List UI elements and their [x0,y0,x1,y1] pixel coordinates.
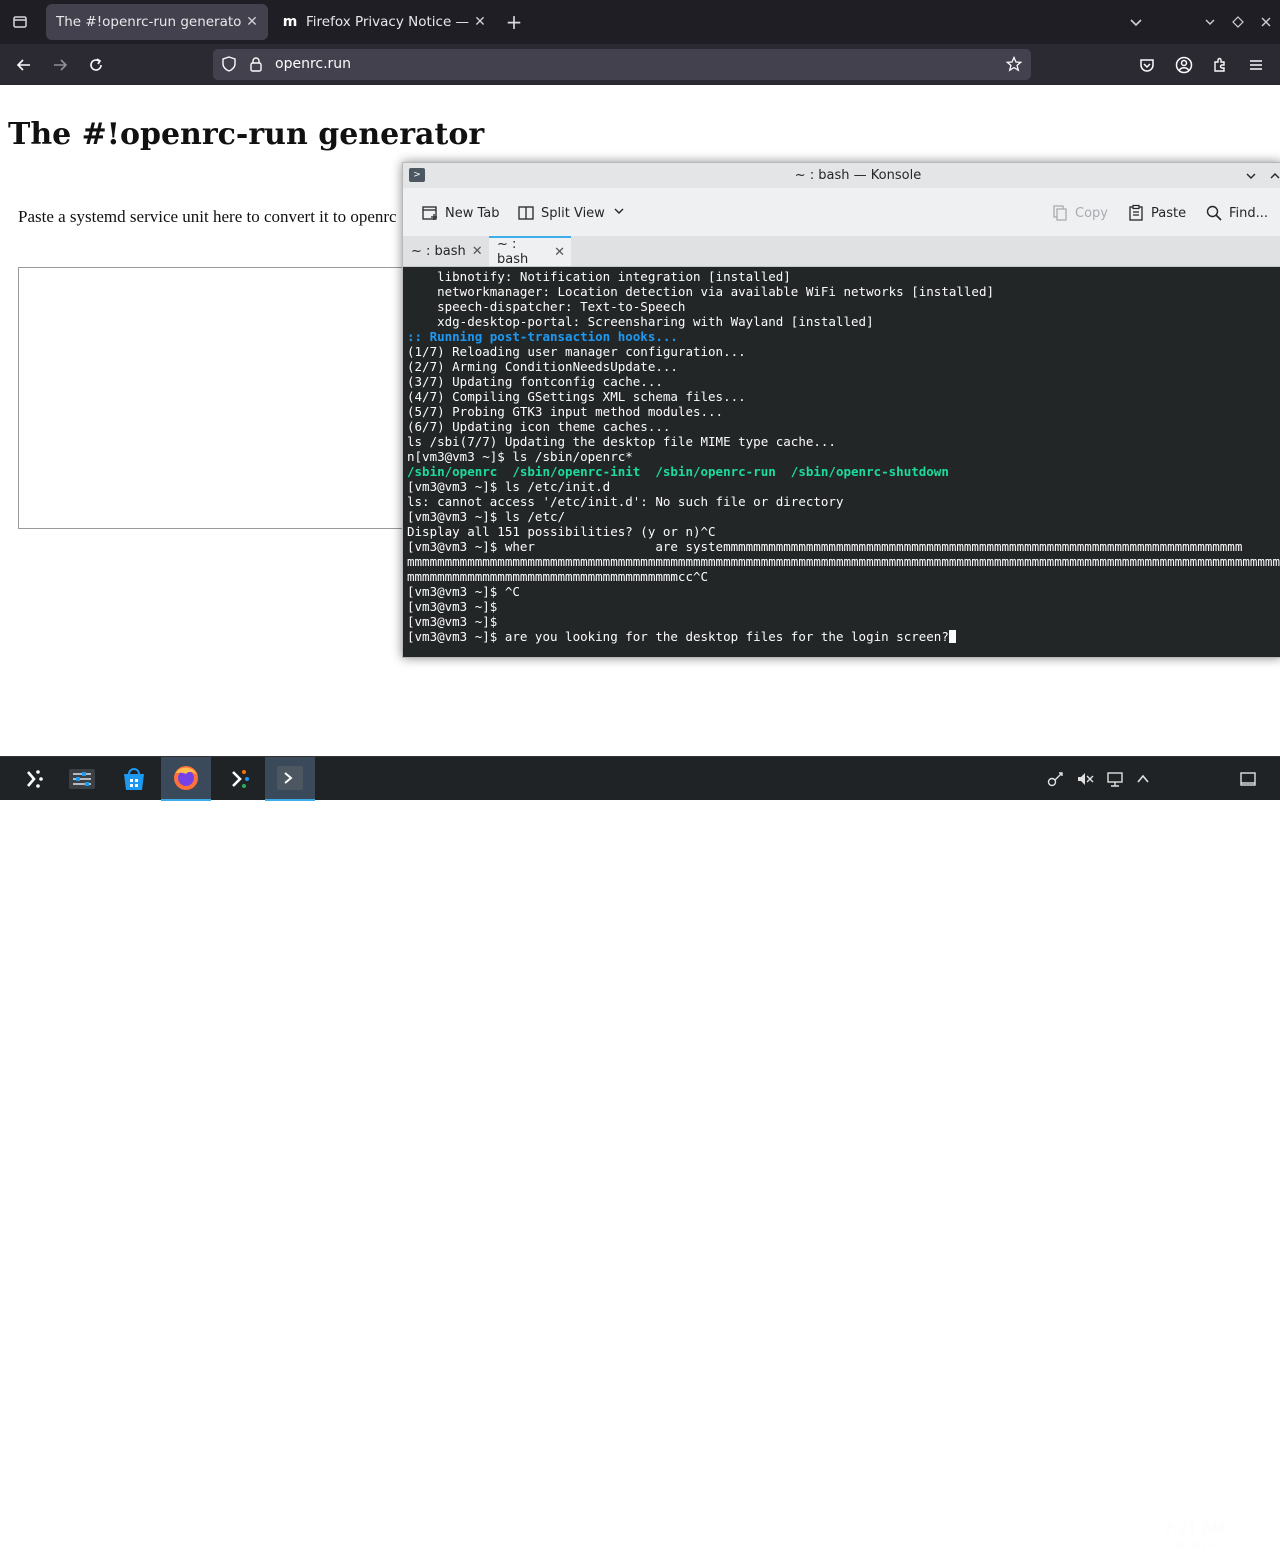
bookmark-star-icon[interactable] [1005,55,1023,76]
extensions-icon[interactable] [1207,52,1233,78]
application-launcher-icon[interactable] [9,757,59,801]
show-hidden-icons-chevron-up-icon[interactable] [1134,770,1152,788]
konsole-icon[interactable] [265,757,315,801]
close-icon[interactable]: ✕ [470,12,490,32]
konsole-tab-label: ~ : bash [411,243,466,259]
chevron-down-icon [613,205,625,221]
konsole-tab-bar: ~ : bash ✕ ~ : bash ✕ [403,236,1280,267]
pocket-icon[interactable] [1134,52,1160,78]
lock-icon[interactable] [249,56,263,76]
wired-network-icon[interactable] [1106,770,1124,788]
terminal-line: [vm3@vm3 ~]$ are you looking for the des… [407,629,956,644]
taskbar: 7:21 AM 8/12/24 [0,756,1280,1551]
terminal-line: (4/7) Compiling GSettings XML schema fil… [407,389,746,404]
paste-label: Paste [1151,205,1187,221]
window-close-icon[interactable] [1254,10,1278,34]
url-bar[interactable]: openrc.run [213,49,1031,80]
paste-button[interactable]: Paste [1127,202,1186,224]
firefox-icon[interactable] [161,757,211,801]
systemd-unit-textarea[interactable] [18,267,438,529]
terminal-line: (5/7) Probing GTK3 input method modules.… [407,404,724,419]
kde-connect-icon[interactable] [213,757,263,801]
konsole-window: > ~ : bash — Konsole New Tab Split View [402,162,1280,658]
find-label: Find... [1229,205,1269,221]
list-all-tabs-icon[interactable] [1124,10,1148,34]
url-text: openrc.run [275,56,352,72]
copy-label: Copy [1075,205,1108,221]
browser-tab-strip: The #!openrc-run generator ✕ m Firefox P… [0,0,1280,44]
tab-title: The #!openrc-run generator [56,14,242,30]
mozilla-favicon-icon: m [282,14,298,30]
terminal-line: (6/7) Updating icon theme caches... [407,419,671,434]
terminal-line: mmmmmmmmmmmmmmmmmmmmmmmmmmmmmmmmmmmmcc^C [407,569,709,584]
terminal-line: ls: cannot access '/etc/init.d': No such… [407,494,844,509]
menu-icon[interactable] [1243,52,1269,78]
terminal-line: :: Running post-transaction hooks... [407,329,678,344]
terminal-line: ls /sbi(7/7) Updating the desktop file M… [407,434,836,449]
terminal-line: networkmanager: Location detection via a… [407,284,994,299]
konsole-tab-active[interactable]: ~ : bash ✕ [489,236,571,267]
account-icon[interactable] [1171,52,1197,78]
forward-button[interactable] [47,52,73,78]
tracking-protection-shield-icon[interactable] [221,56,237,76]
close-icon[interactable]: ✕ [242,12,262,32]
terminal-line: [vm3@vm3 ~]$ [407,599,498,614]
terminal-line: mmmmmmmmmmmmmmmmmmmmmmmmmmmmmmmmmmmmmmmm… [407,554,1280,569]
browser-tab[interactable]: m Firefox Privacy Notice — M ✕ [272,4,496,40]
terminal-line: [vm3@vm3 ~]$ [407,614,498,629]
terminal-line: [vm3@vm3 ~]$ ^C [407,584,520,599]
terminal-line: (2/7) Arming ConditionNeedsUpdate... [407,359,678,374]
paste-icon [1127,204,1145,222]
terminal-line: [vm3@vm3 ~]$ wher are systemmmmmmmmmmmmm… [407,539,1243,554]
new-tab-label: New Tab [445,205,500,221]
new-tab-button[interactable]: New Tab [421,202,500,224]
terminal-line: n[vm3@vm3 ~]$ ls /sbin/openrc* [407,449,633,464]
terminal-line: (3/7) Updating fontconfig cache... [407,374,663,389]
instructions-text: Paste a systemd service unit here to con… [18,207,397,226]
browser-tab-active[interactable]: The #!openrc-run generator ✕ [46,4,268,40]
terminal-output[interactable]: libnotify: Notification integration [ins… [403,267,1280,657]
firefox-view-icon[interactable] [8,10,32,34]
volume-muted-icon[interactable] [1076,770,1094,788]
show-desktop-icon[interactable] [1239,770,1257,788]
maximize-icon[interactable] [1267,168,1280,184]
close-icon[interactable]: ✕ [472,244,483,259]
reload-button[interactable] [83,52,109,78]
split-view-label: Split View [541,205,605,221]
konsole-tab-label: ~ : bash [497,237,529,267]
konsole-titlebar[interactable]: > ~ : bash — Konsole [403,163,1280,188]
search-icon [1205,204,1223,222]
terminal-line: (1/7) Reloading user manager configurati… [407,344,746,359]
terminal-line: Display all 151 possibilities? (y or n)^… [407,524,716,539]
clock-time[interactable]: 7:21 AM [1160,1520,1228,1538]
terminal-line: [vm3@vm3 ~]$ ls /etc/init.d [407,479,611,494]
window-title: ~ : bash — Konsole [794,168,922,183]
terminal-line: [vm3@vm3 ~]$ ls /etc/ [407,509,566,524]
terminal-line: /sbin/openrc /sbin/openrc-init /sbin/ope… [407,464,949,479]
find-button[interactable]: Find... [1205,202,1268,224]
window-maximize-icon[interactable] [1226,10,1250,34]
new-tab-icon [421,204,439,222]
copy-icon [1051,204,1069,222]
text-cursor [948,630,956,643]
page-title: The #!openrc-run generator [8,117,485,152]
discover-store-icon[interactable] [109,757,159,801]
network-vpn-icon[interactable] [1046,770,1064,788]
konsole-tab[interactable]: ~ : bash ✕ [403,236,489,266]
konsole-toolbar: New Tab Split View Copy Paste Find... [403,188,1280,236]
back-button[interactable] [11,52,37,78]
window-minimize-icon[interactable] [1198,10,1222,34]
minimize-icon[interactable] [1243,168,1259,184]
clock-date[interactable]: 8/12/24 [1160,1538,1228,1551]
tab-title: Firefox Privacy Notice — M [306,14,470,30]
terminal-line: speech-dispatcher: Text-to-Speech [407,299,686,314]
new-tab-button[interactable]: + [502,10,526,34]
copy-button[interactable]: Copy [1051,202,1108,224]
system-settings-icon[interactable] [57,757,107,801]
split-view-icon [517,204,535,222]
terminal-line: libnotify: Notification integration [ins… [407,269,791,284]
close-icon[interactable]: ✕ [554,245,565,260]
terminal-line: xdg-desktop-portal: Screensharing with W… [407,314,874,329]
split-view-button[interactable]: Split View [517,202,625,224]
